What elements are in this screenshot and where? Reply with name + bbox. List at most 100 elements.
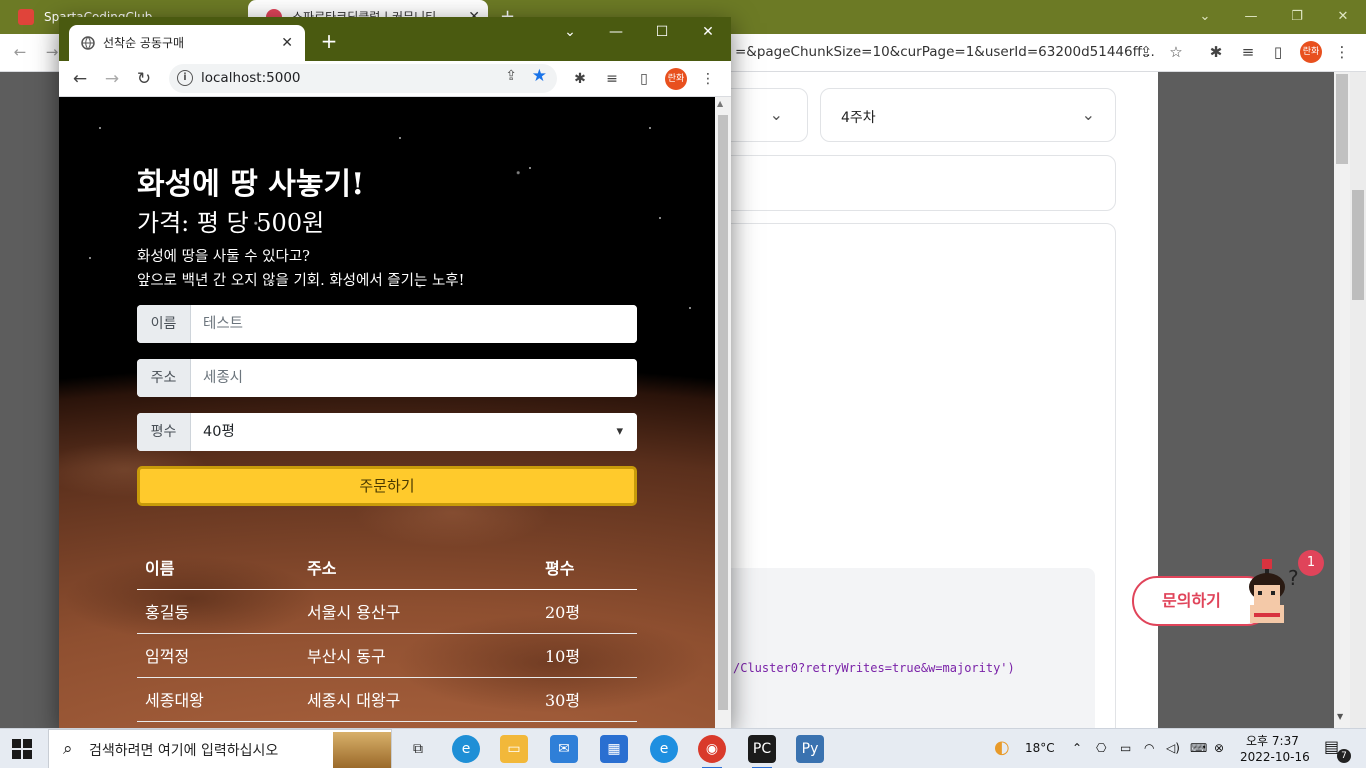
fg-tab-group-buy[interactable]: 선착순 공동구매 ✕ (69, 25, 305, 61)
close-icon[interactable]: ✕ (281, 25, 293, 61)
bg-address-bar[interactable]: =&pageChunkSize=10&curPage=1&userId=6320… (735, 44, 1155, 60)
table-row: 홍길동 서울시 용산구 20평 (137, 589, 637, 634)
table-row: 세종대왕 세종시 대왕구 30평 (137, 677, 637, 722)
cell-name: 홍길동 (137, 589, 299, 634)
size-select[interactable]: 40평 ▾ (191, 413, 637, 451)
globe-icon (81, 36, 95, 50)
profile-avatar[interactable]: 란화 (665, 68, 687, 90)
store-icon[interactable]: ▦ (600, 735, 628, 763)
file-explorer-icon[interactable]: ▭ (500, 735, 528, 763)
size-label: 평수 (137, 413, 191, 451)
cell-address: 세종시 대왕구 (299, 677, 537, 722)
maximize-icon[interactable]: ☐ (639, 17, 685, 49)
star-decoration (659, 217, 661, 219)
fg-address-bar[interactable]: i localhost:5000 ⇪ ★ (169, 64, 557, 93)
bg-page-scrollbar-thumb[interactable] (1352, 190, 1364, 300)
media-icon[interactable]: ≡ (1236, 40, 1260, 64)
cell-size: 30평 (537, 677, 637, 722)
address-label: 주소 (137, 359, 191, 397)
network-device-icon[interactable]: ⎔ (1096, 741, 1106, 755)
fg-tab-strip: 선착순 공동구매 ✕ + ⌄ — ☐ ✕ (59, 17, 731, 61)
minimize-icon[interactable]: — (1228, 0, 1274, 34)
close-icon[interactable]: ✕ (1320, 0, 1366, 34)
page-scrollbar-thumb[interactable] (718, 115, 728, 710)
bg-week-select[interactable]: 4주차 ⌄ (820, 88, 1116, 142)
media-icon[interactable]: ≡ (599, 66, 625, 92)
edge-browser-icon[interactable]: e (452, 735, 480, 763)
bg-title-field[interactable] (700, 155, 1116, 211)
fg-toolbar: ← → ↻ i localhost:5000 ⇪ ★ ✱ ≡ ▯ 란화 ⋮ (59, 61, 731, 97)
python-icon[interactable]: Py (796, 735, 824, 763)
cell-size: 10평 (537, 633, 637, 678)
battery-icon[interactable]: ▭ (1120, 741, 1131, 755)
bookmark-star-icon[interactable]: ☆ (1164, 40, 1188, 64)
clock-date[interactable]: 2022-10-16 (1240, 750, 1310, 764)
scroll-up-arrow-icon[interactable]: ▲ (717, 99, 723, 108)
size-select-value: 40평 (203, 424, 235, 440)
speaker-icon[interactable]: ◁) (1166, 741, 1180, 755)
clock-time[interactable]: 오후 7:37 (1246, 732, 1299, 749)
star-decoration (99, 127, 101, 129)
chrome-icon[interactable]: ◉ (698, 735, 726, 768)
order-button[interactable]: 주문하기 (137, 466, 637, 506)
task-view-icon[interactable]: ⧉ (404, 735, 432, 763)
forward-icon[interactable]: → (99, 66, 125, 92)
cell-name: 임꺽정 (137, 633, 299, 678)
cell-address: 서울시 용산구 (299, 589, 537, 634)
profile-avatar[interactable]: 란화 (1300, 41, 1322, 63)
chevron-down-icon: ⌄ (769, 105, 783, 124)
cell-name: 세종대왕 (137, 677, 299, 722)
taskbar-search-box[interactable]: ⌕ 검색하려면 여기에 입력하십시오 (48, 729, 392, 768)
share-icon[interactable]: ⇪ (505, 68, 517, 84)
chevron-down-icon[interactable]: ⌄ (1182, 0, 1228, 34)
restore-icon[interactable]: ❐ (1274, 0, 1320, 34)
bg-code-block (700, 568, 1095, 743)
new-tab-icon[interactable]: + (317, 29, 341, 53)
description-line-1: 화성에 땅을 사둘 수 있다고? (137, 249, 310, 265)
side-panel-icon[interactable]: ▯ (1266, 40, 1290, 64)
mascot-character-icon[interactable]: ? (1240, 555, 1300, 627)
svg-text:?: ? (1288, 566, 1299, 590)
chevron-up-icon[interactable]: ⌃ (1072, 741, 1082, 755)
weather-icon[interactable]: ◐ (994, 737, 1010, 758)
star-decoration (689, 307, 691, 309)
scroll-down-arrow-icon[interactable]: ▼ (1337, 712, 1343, 721)
windows-start-icon[interactable] (12, 739, 32, 759)
chevron-down-icon: ⌄ (1081, 105, 1095, 124)
internet-explorer-icon[interactable]: e (650, 735, 678, 763)
close-icon[interactable]: ✕ (685, 17, 731, 49)
menu-icon[interactable]: ⋮ (1330, 40, 1354, 64)
address-input-group: 주소 (137, 359, 637, 397)
extensions-icon[interactable]: ✱ (567, 66, 593, 92)
minimize-icon[interactable]: — (593, 17, 639, 49)
reload-icon[interactable]: ↻ (131, 66, 157, 92)
ime-icon[interactable]: ⌨ (1190, 741, 1207, 755)
temperature-text[interactable]: 18°C (1025, 741, 1055, 755)
address-input[interactable] (191, 359, 637, 397)
star-decoration (89, 257, 91, 259)
search-icon: ⌕ (63, 739, 73, 759)
share-icon[interactable]: ⇪ (1134, 40, 1158, 64)
side-panel-icon[interactable]: ▯ (631, 66, 657, 92)
extensions-icon[interactable]: ✱ (1204, 40, 1228, 64)
menu-icon[interactable]: ⋮ (695, 66, 721, 92)
close-circle-icon[interactable]: ⊗ (1214, 741, 1224, 755)
wifi-icon[interactable]: ◠ (1144, 741, 1154, 755)
bookmark-star-icon[interactable]: ★ (532, 66, 547, 86)
site-info-icon[interactable]: i (177, 70, 193, 86)
back-icon[interactable]: ← (8, 40, 32, 64)
bg-page-scrollbar[interactable] (1350, 72, 1366, 728)
pycharm-icon[interactable]: PC (748, 735, 776, 768)
table-header-row: 이름 주소 평수 (137, 545, 637, 590)
search-highlight-image (333, 732, 391, 768)
name-input-group: 이름 (137, 305, 637, 343)
bg-scrollbar-thumb[interactable] (1336, 74, 1348, 164)
mail-icon[interactable]: ✉ (550, 735, 578, 763)
header-address: 주소 (299, 545, 537, 590)
chevron-down-icon: ▾ (616, 424, 623, 439)
price-text: 가격: 평 당 500원 (137, 209, 325, 237)
description-line-2: 앞으로 백년 간 오지 않을 기회. 화성에서 즐기는 노후! (137, 273, 465, 289)
name-input[interactable] (191, 305, 637, 343)
chevron-down-icon[interactable]: ⌄ (547, 17, 593, 49)
back-icon[interactable]: ← (67, 66, 93, 92)
